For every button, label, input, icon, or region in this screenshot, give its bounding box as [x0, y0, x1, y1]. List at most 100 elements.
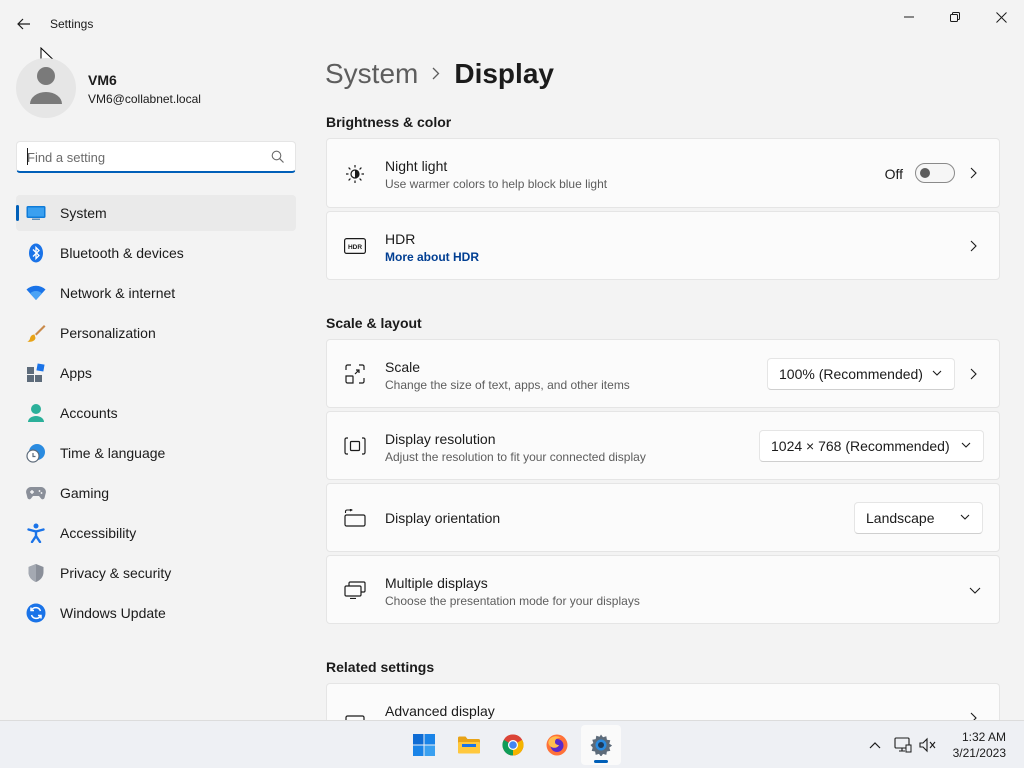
- sidebar-item-network[interactable]: Network & internet: [16, 275, 296, 311]
- file-explorer-button[interactable]: [449, 725, 489, 765]
- gamepad-icon: [26, 483, 46, 503]
- scale-icon: [344, 363, 366, 385]
- clock[interactable]: 1:32 AM 3/21/2023: [953, 729, 1006, 761]
- sidebar-item-accounts[interactable]: Accounts: [16, 395, 296, 431]
- file-explorer-icon: [458, 736, 480, 754]
- night-light-card[interactable]: Night light Use warmer colors to help bl…: [326, 138, 1000, 208]
- sidebar-item-gaming[interactable]: Gaming: [16, 475, 296, 511]
- orientation-icon: [344, 507, 366, 529]
- app-title: Settings: [50, 17, 94, 31]
- restore-icon: [950, 12, 960, 22]
- minimize-icon: [904, 16, 914, 18]
- chevron-down-icon[interactable]: [969, 584, 981, 596]
- search-box[interactable]: [16, 141, 296, 173]
- chevron-down-icon: [960, 514, 970, 520]
- sidebar-item-label: Personalization: [60, 325, 156, 341]
- search-icon[interactable]: [271, 150, 285, 164]
- sidebar-item-label: Bluetooth & devices: [60, 245, 184, 261]
- night-light-toggle[interactable]: [915, 163, 955, 183]
- chrome-icon: [502, 734, 524, 756]
- show-hidden-icons-button[interactable]: [865, 735, 885, 755]
- search-input[interactable]: [27, 148, 257, 166]
- maximize-button[interactable]: [932, 4, 978, 30]
- apps-icon: [26, 363, 46, 383]
- chevron-down-icon: [961, 442, 971, 448]
- sidebar-item-label: Network & internet: [60, 285, 176, 301]
- sidebar-item-personalization[interactable]: Personalization: [16, 315, 296, 351]
- volume-tray-button[interactable]: [918, 735, 938, 755]
- firefox-button[interactable]: [537, 725, 577, 765]
- wifi-icon: [26, 283, 46, 303]
- hdr-icon: HDR: [344, 235, 366, 257]
- scale-subtitle: Change the size of text, apps, and other…: [385, 378, 630, 392]
- start-button[interactable]: [404, 725, 444, 765]
- bluetooth-icon: [26, 243, 46, 263]
- sidebar-item-label: Windows Update: [60, 605, 166, 621]
- orientation-dropdown-value: Landscape: [866, 510, 935, 526]
- sidebar-nav: System Bluetooth & devices Network & int…: [16, 195, 296, 635]
- scale-dropdown[interactable]: 100% (Recommended): [767, 358, 955, 390]
- sidebar-item-label: Accessibility: [60, 525, 137, 541]
- scale-dropdown-value: 100% (Recommended): [779, 366, 923, 382]
- chevron-right-icon: [967, 240, 979, 252]
- sidebar-item-apps[interactable]: Apps: [16, 355, 296, 391]
- sidebar-item-privacy[interactable]: Privacy & security: [16, 555, 296, 591]
- sidebar-item-accessibility[interactable]: Accessibility: [16, 515, 296, 551]
- night-light-state: Off: [884, 166, 903, 182]
- start-icon: [413, 734, 435, 756]
- advanced-display-title: Advanced display: [385, 703, 495, 719]
- sidebar-item-windows-update[interactable]: Windows Update: [16, 595, 296, 631]
- minimize-button[interactable]: [886, 4, 932, 30]
- sidebar-item-time-language[interactable]: Time & language: [16, 435, 296, 471]
- volume-muted-icon: [919, 737, 936, 753]
- sidebar-item-label: Privacy & security: [60, 565, 172, 581]
- chevron-right-icon: [967, 167, 979, 179]
- clock-time: 1:32 AM: [961, 730, 1006, 744]
- orientation-title: Display orientation: [385, 510, 501, 526]
- multiple-displays-card[interactable]: Multiple displays Choose the presentatio…: [326, 555, 1000, 624]
- close-button[interactable]: [978, 4, 1024, 30]
- multiple-displays-icon: [344, 579, 366, 601]
- user-avatar-icon: [30, 67, 62, 104]
- sidebar-item-label: Gaming: [60, 485, 110, 501]
- svg-text:HDR: HDR: [348, 244, 362, 251]
- chevron-right-icon: [967, 368, 979, 380]
- resolution-dropdown[interactable]: 1024 × 768 (Recommended): [759, 430, 984, 462]
- sidebar-item-label: System: [60, 205, 107, 221]
- hdr-title: HDR: [385, 231, 416, 247]
- chrome-button[interactable]: [493, 725, 533, 765]
- network-tray-button[interactable]: [893, 735, 913, 755]
- settings-button[interactable]: [581, 725, 621, 765]
- accounts-icon: [26, 403, 46, 423]
- chevron-down-icon: [932, 370, 942, 376]
- multiple-displays-subtitle: Choose the presentation mode for your di…: [385, 594, 640, 608]
- sidebar-item-label: Accounts: [60, 405, 118, 421]
- page-title: Display: [454, 58, 554, 89]
- avatar[interactable]: [16, 58, 76, 118]
- section-title-related: Related settings: [326, 659, 435, 675]
- breadcrumb-parent[interactable]: System: [325, 58, 418, 90]
- back-button[interactable]: [10, 12, 38, 36]
- clock-date: 3/21/2023: [952, 746, 1006, 760]
- back-arrow-icon: [17, 18, 30, 30]
- time-language-icon: [26, 443, 46, 463]
- sidebar-item-bluetooth[interactable]: Bluetooth & devices: [16, 235, 296, 271]
- sidebar-item-system[interactable]: System: [16, 195, 296, 231]
- resolution-icon: [344, 435, 366, 457]
- resolution-card[interactable]: Display resolution Adjust the resolution…: [326, 411, 1000, 480]
- resolution-subtitle: Adjust the resolution to fit your connec…: [385, 450, 646, 464]
- orientation-dropdown[interactable]: Landscape: [854, 502, 983, 534]
- network-icon: [894, 737, 912, 753]
- hdr-card[interactable]: HDR HDR More about HDR: [326, 211, 1000, 280]
- system-icon: [26, 203, 46, 223]
- night-light-title: Night light: [385, 158, 448, 174]
- scale-card[interactable]: Scale Change the size of text, apps, and…: [326, 339, 1000, 408]
- title-bar: Settings: [0, 0, 1024, 48]
- accessibility-icon: [26, 523, 46, 543]
- running-indicator: [594, 760, 608, 763]
- hdr-more-link[interactable]: More about HDR: [385, 250, 479, 264]
- user-name: VM6: [88, 72, 117, 88]
- advanced-display-card[interactable]: Advanced display: [326, 683, 1000, 726]
- breadcrumb: System Display: [325, 58, 554, 90]
- orientation-card[interactable]: Display orientation Landscape: [326, 483, 1000, 552]
